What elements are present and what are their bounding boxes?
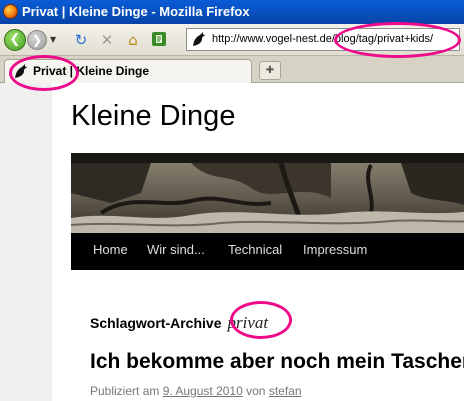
nav-item-impressum[interactable]: Impressum [303,233,367,270]
history-dropdown-icon[interactable]: ▼ [50,36,58,44]
evernote-button[interactable] [150,31,168,49]
evernote-icon [152,32,166,46]
home-icon: ⌂ [128,31,138,49]
post-meta: Publiziert am 9. August 2010 von stefan [90,384,302,398]
new-tab-icon: ✚ [265,65,275,76]
archive-label: Schlagwort-Archive [90,315,222,331]
forward-arrow-icon: ❯ [31,33,43,47]
home-button[interactable]: ⌂ [124,31,142,49]
back-button[interactable]: ❮ [4,29,26,51]
site-title[interactable]: Kleine Dinge [71,100,235,133]
meta-author-link[interactable]: stefan [269,384,302,398]
site-favicon-icon [193,32,205,46]
forward-button[interactable]: ❯ [27,30,47,50]
meta-prefix: Publiziert am [90,384,160,398]
annotation-circle-tab [9,55,79,91]
window-title: Privat | Kleine Dinge - Mozilla Firefox [22,4,250,19]
post-title[interactable]: Ich bekomme aber noch mein Taschengeld [90,350,464,374]
firefox-logo-icon [3,4,18,19]
annotation-circle-url [334,22,461,58]
nav-item-wir-sind[interactable]: Wir sind... [147,233,205,270]
meta-date-link[interactable]: 9. August 2010 [163,384,243,398]
browser-content: Kleine Dinge Home Wir sind... Technical … [0,83,464,401]
header-image [71,153,464,241]
reload-icon: ↻ [74,31,88,49]
reload-button[interactable]: ↻ [72,31,90,49]
meta-by: von [246,384,266,398]
window-titlebar: Privat | Kleine Dinge - Mozilla Firefox [0,0,464,24]
nav-item-home[interactable]: Home [93,233,128,270]
annotation-circle-tag [230,301,292,339]
new-tab-button[interactable]: ✚ [259,61,281,80]
nav-item-technical[interactable]: Technical [228,233,282,270]
main-nav: Home Wir sind... Technical Impressum [71,233,464,270]
stop-button[interactable]: ✕ [98,31,116,49]
web-page: Kleine Dinge Home Wir sind... Technical … [52,83,464,401]
back-arrow-icon: ❮ [9,32,21,47]
stop-icon: ✕ [100,31,114,49]
